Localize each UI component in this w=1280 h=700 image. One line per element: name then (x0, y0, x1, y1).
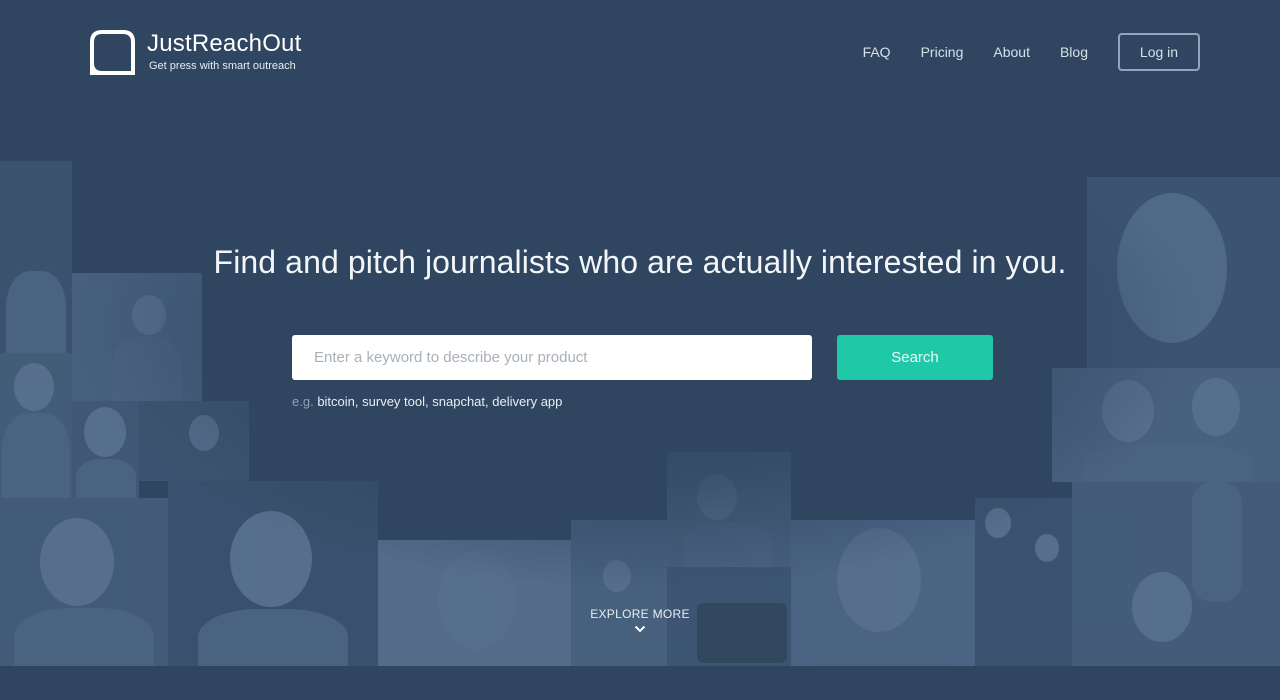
brand-text: JustReachOut Get press with smart outrea… (147, 30, 301, 73)
speech-bubble-logo-icon (90, 30, 135, 75)
explore-more-label: EXPLORE MORE (590, 607, 690, 621)
search-examples: e.g. bitcoin, survey tool, snapchat, del… (292, 394, 563, 409)
brand-tagline: Get press with smart outreach (149, 60, 296, 72)
example-keyword[interactable]: bitcoin (317, 394, 355, 409)
example-keyword[interactable]: snapchat (432, 394, 485, 409)
nav-blog[interactable]: Blog (1060, 44, 1088, 60)
chevron-down-icon (634, 625, 646, 633)
main-nav: FAQ Pricing About Blog Log in (833, 33, 1200, 71)
brand-logo[interactable]: JustReachOut Get press with smart outrea… (90, 30, 301, 75)
nav-faq[interactable]: FAQ (863, 44, 891, 60)
explore-more-link[interactable]: EXPLORE MORE (0, 607, 1280, 633)
site-header: JustReachOut Get press with smart outrea… (0, 0, 1280, 105)
hero-title: Find and pitch journalists who are actua… (213, 244, 1067, 280)
brand-name: JustReachOut (147, 30, 302, 57)
search-button[interactable]: Search (837, 335, 993, 380)
search-input[interactable] (292, 335, 812, 380)
example-keyword[interactable]: delivery app (492, 394, 562, 409)
examples-prefix: e.g. (292, 394, 314, 409)
login-button[interactable]: Log in (1118, 33, 1200, 71)
nav-about[interactable]: About (993, 44, 1030, 60)
bottom-band (0, 666, 1280, 700)
example-keyword[interactable]: survey tool (362, 394, 425, 409)
nav-pricing[interactable]: Pricing (921, 44, 964, 60)
